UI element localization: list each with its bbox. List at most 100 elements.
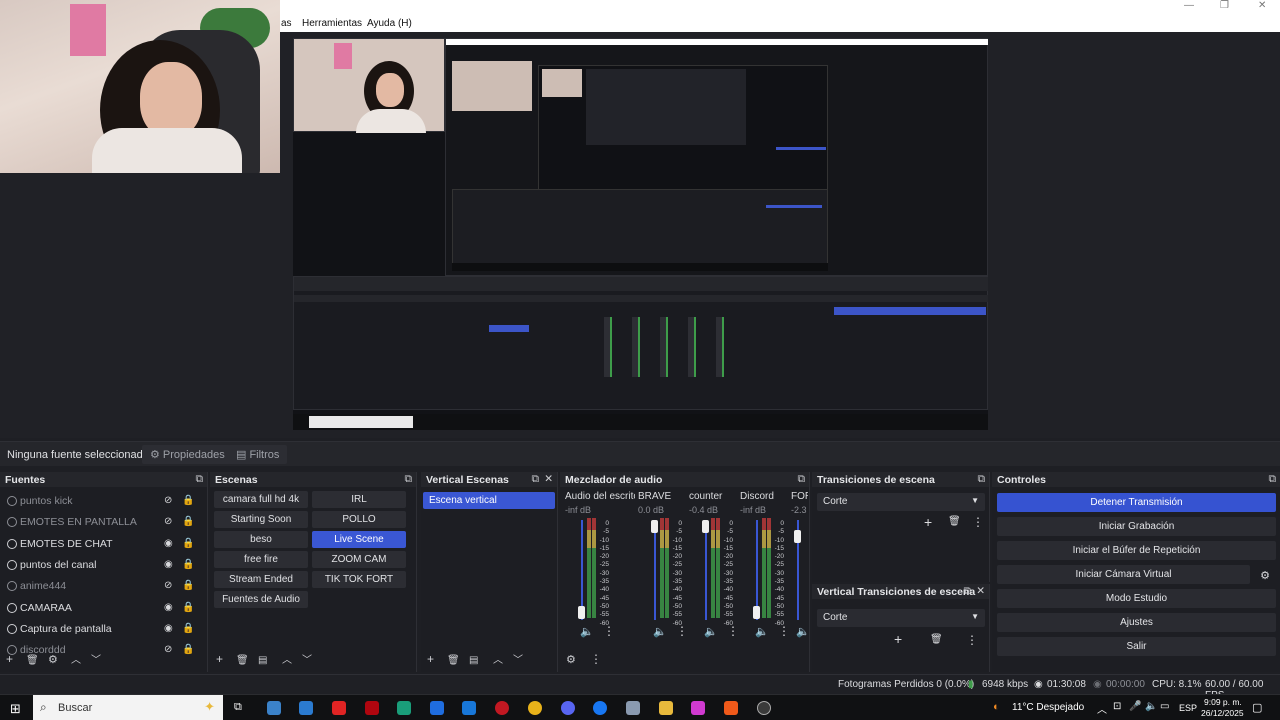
windows-start-icon[interactable]: ⊞ [10, 701, 21, 717]
copilot-icon[interactable] [267, 701, 281, 715]
volume-fader[interactable] [654, 520, 656, 620]
transition-menu-icon[interactable]: ⋮ [972, 515, 984, 529]
lock-icon[interactable]: 🔒 [182, 559, 194, 570]
eye-icon[interactable]: ◉ [164, 602, 173, 613]
remove-vertical-scene-button[interactable]: 🗑 [447, 655, 460, 666]
network-icon[interactable]: ▭ [1160, 701, 1169, 712]
close-icon[interactable]: ✕ [976, 585, 985, 597]
scene-button[interactable]: ZOOM CAM [312, 551, 406, 568]
language[interactable]: ESP [1179, 703, 1197, 713]
scene-button[interactable]: Starting Soon [214, 511, 308, 528]
eye-hidden-icon[interactable]: ⊘ [164, 516, 172, 527]
lock-icon[interactable]: 🔒 [182, 580, 194, 591]
edge-icon[interactable] [397, 701, 411, 715]
menu-item-herramientas[interactable]: Herramientas [302, 18, 362, 29]
control-button[interactable]: Iniciar el Búfer de Repetición [997, 541, 1276, 560]
scene-up-button[interactable]: ︿ [282, 651, 292, 666]
source-item[interactable]: puntos kick ⊘ 🔒 [0, 491, 207, 511]
channel-menu-icon[interactable]: ⋮ [778, 624, 790, 638]
channel-menu-icon[interactable]: ⋮ [676, 624, 688, 638]
add-vertical-transition-button[interactable]: + [894, 631, 902, 647]
notification-icon[interactable]: ▢ [1252, 701, 1262, 714]
eye-icon[interactable]: ◉ [164, 538, 173, 549]
menu-item-partial[interactable]: as [281, 18, 292, 29]
folder-icon[interactable] [659, 701, 673, 715]
mute-icon[interactable]: 🔈 [755, 625, 769, 638]
opera-icon[interactable] [495, 701, 509, 715]
vertical-scene-filter-button[interactable]: ▤ [469, 655, 478, 666]
add-source-button[interactable]: + [6, 652, 13, 666]
mute-icon[interactable]: 🔈 [653, 625, 667, 638]
source-item[interactable]: EMOTES DE CHAT ◉ 🔒 [0, 534, 207, 554]
program-preview[interactable] [293, 38, 988, 430]
mute-icon[interactable]: 🔈 [704, 625, 718, 638]
clock-time[interactable]: 9:09 p. m. [1204, 697, 1242, 707]
filters-button[interactable]: ▤ Filtros [228, 445, 288, 464]
app-icon[interactable] [626, 701, 640, 715]
volume-fader[interactable] [581, 520, 583, 620]
volume-fader[interactable] [705, 520, 707, 620]
tray-chevron-icon[interactable]: ︿ [1097, 701, 1107, 716]
source-item[interactable]: CAMARAA ◉ 🔒 [0, 598, 207, 618]
fader-handle[interactable] [702, 520, 709, 533]
source-item[interactable]: anime444 ⊘ 🔒 [0, 576, 207, 596]
close-icon[interactable]: ✕ [1258, 0, 1266, 11]
vertical-scene-up-button[interactable]: ︿ [493, 651, 503, 666]
netflix-icon[interactable] [365, 701, 379, 715]
undock-icon[interactable]: ⧉ [964, 585, 972, 598]
remove-source-button[interactable]: 🗑 [26, 655, 39, 666]
control-button[interactable]: Detener Transmisión [997, 493, 1276, 512]
mute-icon[interactable]: 🔈 [796, 625, 810, 638]
eye-icon[interactable]: ◉ [164, 623, 173, 634]
lock-icon[interactable]: 🔒 [182, 516, 194, 527]
scene-filter-button[interactable]: ▤ [258, 655, 267, 666]
store-icon[interactable] [299, 701, 313, 715]
fader-handle[interactable] [578, 606, 585, 619]
youtube-icon[interactable] [332, 701, 346, 715]
undock-icon[interactable]: ⧉ [1269, 473, 1277, 486]
undock-icon[interactable]: ⧉ [978, 473, 986, 486]
microphone-icon[interactable]: 🎤 [1129, 701, 1141, 712]
undock-icon[interactable]: ⧉ [405, 473, 413, 486]
lock-icon[interactable]: 🔒 [182, 495, 194, 506]
remove-transition-button[interactable]: 🗑 [948, 516, 961, 527]
vertical-transition-select[interactable]: Corte ▼ [817, 609, 985, 627]
brave-icon[interactable] [724, 701, 738, 715]
vertical-transition-menu-icon[interactable]: ⋮ [966, 633, 978, 647]
control-button[interactable]: Modo Estudio [997, 589, 1276, 608]
app2-icon[interactable] [691, 701, 705, 715]
lock-icon[interactable]: 🔒 [182, 538, 194, 549]
control-button[interactable]: Salir [997, 637, 1276, 656]
clock-date[interactable]: 26/12/2025 [1201, 708, 1244, 718]
menu-item-ayuda[interactable]: Ayuda (H) [367, 18, 412, 29]
lock-icon[interactable]: 🔒 [182, 623, 194, 634]
vertical-scene-down-button[interactable]: ﹀ [513, 651, 523, 666]
properties-button[interactable]: ⚙ Propiedades [142, 445, 233, 464]
mail-icon[interactable] [462, 701, 476, 715]
virtual-camera-settings-icon[interactable]: ⚙ [1260, 569, 1270, 582]
taskbar-search[interactable]: ⌕ Buscar ✦ [33, 695, 223, 720]
add-vertical-scene-button[interactable]: + [427, 652, 434, 666]
channel-menu-icon[interactable]: ⋮ [603, 624, 615, 638]
restore-icon[interactable]: ❐ [1220, 0, 1229, 11]
control-button[interactable]: Iniciar Cámara Virtual [997, 565, 1250, 584]
speaker-icon[interactable]: 🔈 [1145, 701, 1157, 712]
weather[interactable]: 11°C Despejado [1012, 702, 1084, 713]
scene-button[interactable]: TIK TOK FORT [312, 571, 406, 588]
add-transition-button[interactable]: + [924, 514, 932, 530]
minimize-icon[interactable]: — [1184, 0, 1194, 11]
mixer-settings-icon[interactable]: ⚙ [566, 653, 576, 666]
scene-button[interactable]: camara full hd 4k [214, 491, 308, 508]
source-item[interactable]: EMOTES EN PANTALLA ⊘ 🔒 [0, 512, 207, 532]
chrome-icon[interactable] [528, 701, 542, 715]
mixer-menu-icon[interactable]: ⋮ [590, 652, 602, 666]
eye-hidden-icon[interactable]: ⊘ [164, 644, 172, 655]
bluesky-icon[interactable] [430, 701, 444, 715]
remove-scene-button[interactable]: 🗑 [236, 655, 249, 666]
transition-select[interactable]: Corte ▼ [817, 493, 985, 511]
eye-icon[interactable]: ◉ [164, 559, 173, 570]
discord-icon[interactable] [561, 701, 575, 715]
fader-handle[interactable] [651, 520, 658, 533]
add-scene-button[interactable]: + [216, 652, 223, 666]
facebook-icon[interactable] [593, 701, 607, 715]
